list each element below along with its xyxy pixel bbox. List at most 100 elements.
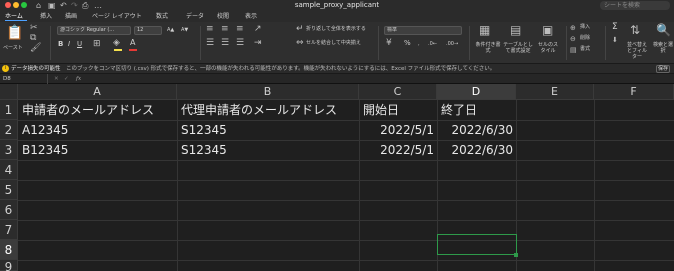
underline-icon[interactable]: U (77, 41, 82, 48)
confirm-entry-icon[interactable]: ✓ (64, 74, 69, 84)
align-bottom-icon[interactable]: ≡ (236, 24, 244, 34)
copy-icon[interactable]: ⧉ (30, 33, 36, 43)
column-header-f[interactable]: F (594, 84, 674, 100)
cell-b2[interactable]: S12345 (178, 120, 359, 140)
column-header-d[interactable]: D (437, 84, 516, 100)
tab-draw[interactable]: 描画 (65, 11, 77, 22)
tab-formulas[interactable]: 数式 (156, 11, 168, 22)
sort-filter-label[interactable]: 並べ替えとフィルター (625, 42, 649, 60)
align-top-icon[interactable]: ≡ (206, 24, 214, 34)
align-center-icon[interactable]: ☰ (221, 38, 229, 48)
insert-cells-icon[interactable]: ⊕ (570, 23, 576, 33)
insert-function-icon[interactable]: fx (76, 74, 81, 84)
sort-filter-icon[interactable]: ⇅ (630, 24, 640, 36)
merge-center-label[interactable]: セルを結合して中央揃え (306, 40, 361, 46)
formula-bar: D8 ✕ ✓ fx (0, 74, 674, 84)
column-header-e[interactable]: E (516, 84, 594, 100)
row-header-7[interactable]: 7 (0, 220, 18, 240)
format-painter-icon[interactable]: 🖌 (30, 43, 41, 53)
align-left-icon[interactable]: ☰ (206, 38, 214, 48)
currency-icon[interactable]: ¥ (386, 38, 392, 48)
row-header-4[interactable]: 4 (0, 160, 18, 180)
decrease-font-icon[interactable]: A▼ (181, 27, 188, 33)
cell-b3[interactable]: S12345 (178, 140, 359, 160)
align-right-icon[interactable]: ☰ (236, 38, 244, 48)
row-header-1[interactable]: 1 (0, 100, 18, 120)
wrap-text-label[interactable]: 折り返して全体を表示する (306, 26, 366, 32)
search-sheet-input[interactable]: シートを検索 (600, 1, 670, 10)
cut-icon[interactable]: ✂ (30, 23, 38, 33)
gridline (18, 160, 674, 161)
format-cells-label[interactable]: 書式 (580, 46, 590, 52)
warning-action-button[interactable]: 保存 (656, 65, 670, 73)
row-header-2[interactable]: 2 (0, 120, 18, 140)
name-box[interactable]: D8 (0, 74, 48, 84)
gridline (594, 100, 595, 271)
font-size-select[interactable]: 12 (134, 26, 162, 35)
fill-color-icon[interactable]: ◈ (113, 38, 120, 48)
cell-b1[interactable]: 代理申請者のメールアドレス (178, 100, 359, 120)
tab-insert[interactable]: 挿入 (40, 11, 52, 22)
row-header-5[interactable]: 5 (0, 180, 18, 200)
indent-icon[interactable]: ⇥ (254, 38, 262, 48)
select-all-button[interactable] (0, 84, 18, 100)
conditional-format-icon[interactable]: ▦ (479, 24, 490, 36)
delete-cells-label[interactable]: 削除 (580, 35, 590, 41)
fill-down-icon[interactable]: ⬇ (612, 35, 618, 45)
gridline (18, 240, 674, 241)
row-header-8[interactable]: 8 (0, 240, 18, 260)
percent-button[interactable]: % (404, 40, 411, 47)
cell-c3[interactable]: 2022/5/1 (360, 140, 437, 160)
decrease-decimal-button[interactable]: .00→ (446, 41, 458, 47)
increase-decimal-button[interactable]: .0← (428, 41, 437, 47)
number-format-select[interactable]: 標準 (384, 26, 462, 35)
tab-data[interactable]: データ (186, 11, 204, 22)
fill-handle[interactable] (514, 253, 518, 257)
warning-message: このブックをコンマ区切り (.csv) 形式で保存すると、一部の機能が失われる可… (66, 66, 496, 72)
merge-center-icon[interactable]: ⇔ (296, 38, 304, 48)
comma-style-button[interactable]: , (418, 41, 420, 47)
orientation-icon[interactable]: ↗ (254, 24, 262, 34)
find-select-label[interactable]: 検索と選択 (652, 42, 674, 54)
row-header-3[interactable]: 3 (0, 140, 18, 160)
autosum-button[interactable]: Σ (612, 23, 618, 32)
delete-cells-icon[interactable]: ⊖ (570, 34, 576, 44)
paste-icon[interactable]: 📋 (6, 26, 23, 40)
cell-c1[interactable]: 開始日 (360, 100, 437, 120)
column-header-c[interactable]: C (359, 84, 437, 100)
align-middle-icon[interactable]: ≡ (221, 24, 229, 34)
find-select-icon[interactable]: 🔍 (656, 24, 671, 36)
cell-styles-label[interactable]: セルのスタイル (536, 42, 560, 54)
cell-d2[interactable]: 2022/6/30 (438, 120, 516, 140)
cell-a1[interactable]: 申請者のメールアドレス (19, 100, 177, 120)
tab-view[interactable]: 表示 (245, 11, 257, 22)
worksheet-grid[interactable]: A B C D E F 1 2 3 4 5 6 7 8 9 申請者のメールアドレ… (0, 84, 674, 271)
cell-d3[interactable]: 2022/6/30 (438, 140, 516, 160)
row-header-6[interactable]: 6 (0, 200, 18, 220)
cancel-entry-icon[interactable]: ✕ (54, 74, 59, 84)
row-header-9[interactable]: 9 (0, 260, 18, 271)
column-header-a[interactable]: A (18, 84, 177, 100)
conditional-format-label[interactable]: 条件付き書式 (475, 42, 501, 54)
increase-font-icon[interactable]: A▲ (167, 27, 174, 33)
column-header-b[interactable]: B (177, 84, 359, 100)
font-name-select[interactable]: 游ゴシック Regular (... (57, 26, 131, 35)
tab-page-layout[interactable]: ページ レイアウト (92, 11, 142, 22)
cell-c2[interactable]: 2022/5/1 (360, 120, 437, 140)
cell-a2[interactable]: A12345 (19, 120, 177, 140)
tab-review[interactable]: 校閲 (217, 11, 229, 22)
borders-icon[interactable]: ⊞ (93, 39, 101, 49)
font-color-icon[interactable]: A (130, 39, 135, 47)
bold-icon[interactable]: B (58, 41, 63, 48)
cell-a3[interactable]: B12345 (19, 140, 177, 160)
format-cells-icon[interactable]: ▤ (570, 45, 577, 55)
wrap-text-icon[interactable]: ↵ (296, 24, 304, 34)
cell-d1[interactable]: 終了日 (438, 100, 516, 120)
insert-cells-label[interactable]: 挿入 (580, 24, 590, 30)
italic-icon[interactable]: I (68, 41, 70, 48)
active-cell-selection[interactable] (437, 234, 517, 255)
cell-styles-icon[interactable]: ▣ (542, 24, 553, 36)
format-as-table-label[interactable]: テーブルとして書式設定 (503, 42, 533, 54)
paste-label[interactable]: ペースト (3, 45, 23, 51)
format-as-table-icon[interactable]: ▤ (510, 24, 521, 36)
